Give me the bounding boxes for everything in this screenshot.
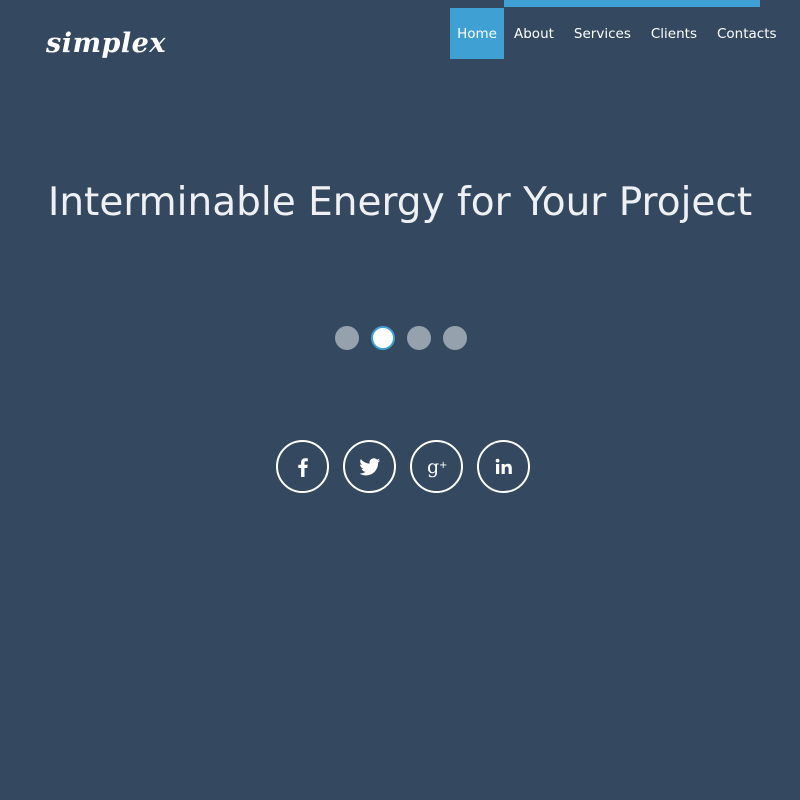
nav-item-home[interactable]: Home: [450, 8, 504, 59]
facebook-button[interactable]: [276, 440, 329, 493]
nav-item-about[interactable]: About: [504, 8, 564, 59]
linkedin-button[interactable]: [477, 440, 530, 493]
top-accent-bar: [504, 0, 760, 7]
slider-dot-2-active[interactable]: [371, 326, 395, 350]
main-nav: Home About Services Clients Contacts: [450, 8, 787, 59]
slider-pagination: [335, 326, 467, 350]
slider-dot-4[interactable]: [443, 326, 467, 350]
page: simplex Home About Services Clients Cont…: [0, 0, 800, 800]
twitter-button[interactable]: [343, 440, 396, 493]
twitter-icon: [358, 457, 380, 475]
facebook-icon: [297, 457, 308, 477]
hero-title: Interminable Energy for Your Project: [47, 180, 753, 225]
google-plus-button[interactable]: g +: [410, 440, 463, 493]
svg-text:g: g: [427, 456, 439, 478]
slider-dot-1[interactable]: [335, 326, 359, 350]
logo[interactable]: simplex: [46, 26, 166, 62]
linkedin-icon: [495, 458, 512, 474]
nav-item-contacts[interactable]: Contacts: [707, 8, 787, 59]
nav-item-clients[interactable]: Clients: [641, 8, 707, 59]
nav-item-services[interactable]: Services: [564, 8, 641, 59]
slider-dot-3[interactable]: [407, 326, 431, 350]
social-links: g +: [276, 440, 530, 493]
svg-text:+: +: [439, 460, 447, 471]
google-plus-icon: g +: [427, 456, 447, 478]
